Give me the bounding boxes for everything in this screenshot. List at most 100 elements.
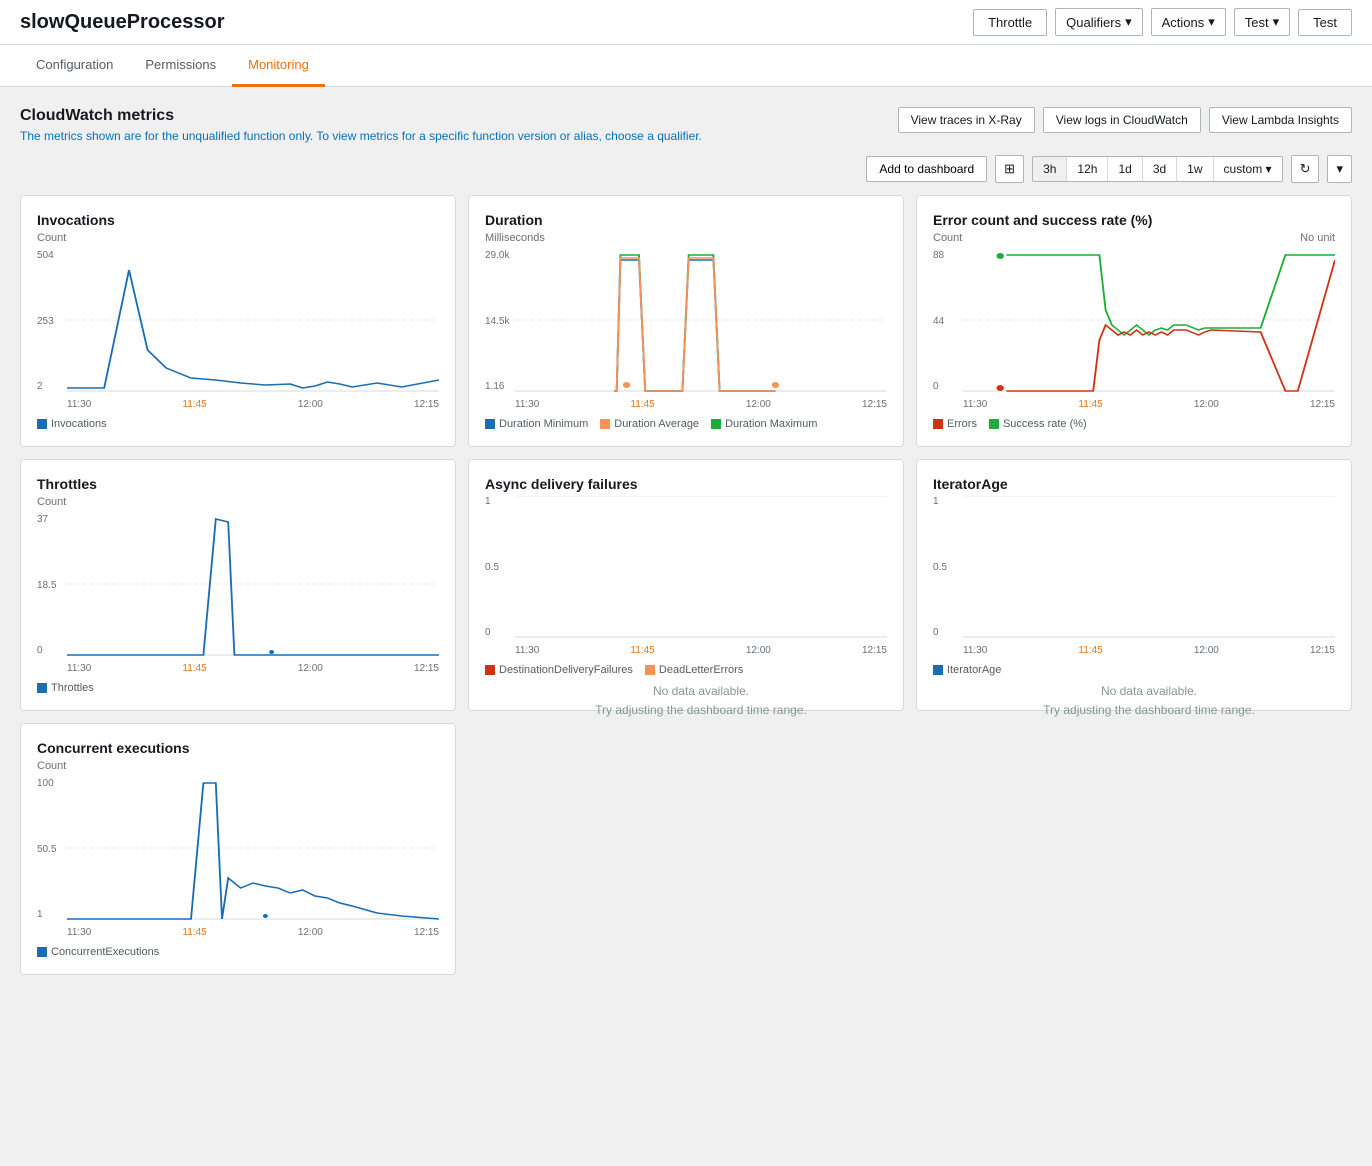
test-button[interactable]: Test: [1298, 9, 1352, 36]
iterator-age-color: [933, 665, 943, 675]
legend-success-rate: Success rate (%): [989, 418, 1087, 430]
throttles-title: Throttles: [37, 476, 439, 492]
invocations-legend: Invocations: [37, 418, 439, 430]
throttles-y-axis: 37 18.5 0: [37, 514, 56, 674]
xray-button[interactable]: View traces in X-Ray: [898, 107, 1035, 133]
iterator-title: IteratorAge: [933, 476, 1335, 492]
legend-throttles: Throttles: [37, 682, 94, 694]
concurrent-executions-card: Concurrent executions Count 100 50.5 1: [20, 723, 456, 975]
errors-label: Errors: [947, 418, 977, 430]
duration-title: Duration: [485, 212, 887, 228]
success-rate-color: [989, 419, 999, 429]
async-no-data: No data available. Try adjusting the das…: [515, 641, 887, 761]
iterator-age-card: IteratorAge 1 0.5 0 No data available. T…: [916, 459, 1352, 711]
concurrent-legend: ConcurrentExecutions: [37, 946, 439, 958]
time-12h[interactable]: 12h: [1067, 157, 1108, 181]
throttle-button[interactable]: Throttle: [973, 9, 1047, 36]
duration-svg: [515, 250, 887, 392]
duration-max-color: [711, 419, 721, 429]
error-count-card: Error count and success rate (%) Count N…: [916, 195, 1352, 447]
error-x-axis: 11:30 11:45 12:00 12:15: [963, 399, 1335, 410]
concurrent-x-axis: 11:30 11:45 12:00 12:15: [67, 927, 439, 938]
success-rate-label: Success rate (%): [1003, 418, 1087, 430]
legend-errors: Errors: [933, 418, 977, 430]
duration-x-axis: 11:30 11:45 12:00 12:15: [515, 399, 887, 410]
legend-duration-max: Duration Maximum: [711, 418, 817, 430]
iterator-no-data-hint: Try adjusting the dashboard time range.: [1043, 701, 1255, 720]
async-no-data-msg: No data available.: [653, 682, 749, 701]
cloudwatch-info-text: The metrics shown are for the unqualifie…: [20, 129, 702, 143]
invocations-y-axis: 504 253 2: [37, 250, 54, 410]
time-3h[interactable]: 3h: [1033, 157, 1067, 181]
async-title: Async delivery failures: [485, 476, 887, 492]
concurrent-label: ConcurrentExecutions: [51, 946, 159, 958]
cloudwatch-header: CloudWatch metrics The metrics shown are…: [20, 107, 1352, 143]
duration-avg-label: Duration Average: [614, 418, 699, 430]
dest-failures-color: [485, 665, 495, 675]
tab-permissions[interactable]: Permissions: [129, 45, 232, 87]
time-1w[interactable]: 1w: [1177, 157, 1213, 181]
invocations-x-axis: 11:30 11:45 12:00 12:15: [67, 399, 439, 410]
legend-invocations: Invocations: [37, 418, 107, 430]
invocations-chart: 504 253 2 11:30 11:45 12:00 12:15: [37, 250, 439, 410]
tabs: Configuration Permissions Monitoring: [0, 45, 1372, 87]
qualifiers-button[interactable]: Qualifiers ▾: [1055, 8, 1142, 36]
invocations-legend-label: Invocations: [51, 418, 107, 430]
chevron-down-icon: ▾: [1208, 14, 1215, 30]
time-controls: Add to dashboard ⊞ 3h 12h 1d 3d 1w custo…: [20, 155, 1352, 183]
duration-min-label: Duration Minimum: [499, 418, 588, 430]
concurrent-color: [37, 947, 47, 957]
time-1d[interactable]: 1d: [1108, 157, 1142, 181]
iterator-no-data-msg: No data available.: [1101, 682, 1197, 701]
metrics-grid-row1: Invocations Count 504 253 2 11:30: [20, 195, 1352, 447]
iterator-chart: 1 0.5 0 No data available. Try adjusting…: [933, 496, 1335, 656]
concurrent-svg: [67, 778, 439, 920]
throttles-unit: Count: [37, 496, 439, 508]
invocations-legend-color: [37, 419, 47, 429]
add-dashboard-button[interactable]: Add to dashboard: [866, 156, 987, 182]
content: CloudWatch metrics The metrics shown are…: [0, 87, 1372, 995]
concurrent-unit: Count: [37, 760, 439, 772]
error-svg: [963, 250, 1335, 392]
time-3d[interactable]: 3d: [1143, 157, 1177, 181]
error-chart: 88 44 0: [933, 250, 1335, 410]
error-legend: Errors Success rate (%): [933, 418, 1335, 430]
time-options: 3h 12h 1d 3d 1w custom ▾: [1032, 156, 1283, 182]
header-actions: View traces in X-Ray View logs in CloudW…: [898, 107, 1352, 133]
lambda-insights-button[interactable]: View Lambda Insights: [1209, 107, 1352, 133]
cloudwatch-info: CloudWatch metrics The metrics shown are…: [20, 107, 702, 143]
duration-y-axis: 29.0k 14.5k 1.16: [485, 250, 509, 410]
legend-duration-min: Duration Minimum: [485, 418, 588, 430]
tab-configuration[interactable]: Configuration: [20, 45, 129, 87]
invocations-card: Invocations Count 504 253 2 11:30: [20, 195, 456, 447]
iterator-no-data: No data available. Try adjusting the das…: [963, 641, 1335, 761]
async-svg: No data available. Try adjusting the das…: [515, 496, 887, 638]
tab-monitoring[interactable]: Monitoring: [232, 45, 325, 87]
async-x-axis: 11:30 11:45 12:00 12:15: [515, 645, 887, 656]
refresh-icon[interactable]: ↻: [1291, 155, 1320, 183]
invocations-unit: Count: [37, 232, 439, 244]
duration-avg-color: [600, 419, 610, 429]
invocations-svg: [67, 250, 439, 392]
duration-chart: 29.0k 14.5k 1.16: [485, 250, 887, 410]
error-title: Error count and success rate (%): [933, 212, 1335, 228]
refresh-dropdown-icon[interactable]: ▾: [1327, 155, 1352, 183]
duration-unit: Milliseconds: [485, 232, 887, 244]
chevron-down-icon: ▾: [1125, 14, 1132, 30]
throttles-svg: [67, 514, 439, 656]
async-chart: 1 0.5 0 No data available. Try adjusting…: [485, 496, 887, 656]
grid-icon: ⊞: [995, 155, 1024, 183]
duration-card: Duration Milliseconds 29.0k 14.5k 1.16: [468, 195, 904, 447]
throttles-card: Throttles Count 37 18.5 0 11: [20, 459, 456, 711]
actions-button[interactable]: Actions ▾: [1151, 8, 1226, 36]
metrics-grid-row2: Throttles Count 37 18.5 0 11: [20, 459, 1352, 711]
concurrent-y-axis: 100 50.5 1: [37, 778, 56, 938]
cloudwatch-logs-button[interactable]: View logs in CloudWatch: [1043, 107, 1201, 133]
time-custom[interactable]: custom ▾: [1214, 157, 1282, 181]
error-y-axis: 88 44 0: [933, 250, 944, 410]
duration-min-color: [485, 419, 495, 429]
async-delivery-card: Async delivery failures 1 0.5 0 No data …: [468, 459, 904, 711]
qualifier-select[interactable]: Test ▾: [1234, 8, 1290, 36]
concurrent-chart: 100 50.5 1 11:30 11:45 12:00 1: [37, 778, 439, 938]
async-y-axis: 1 0.5 0: [485, 496, 499, 656]
